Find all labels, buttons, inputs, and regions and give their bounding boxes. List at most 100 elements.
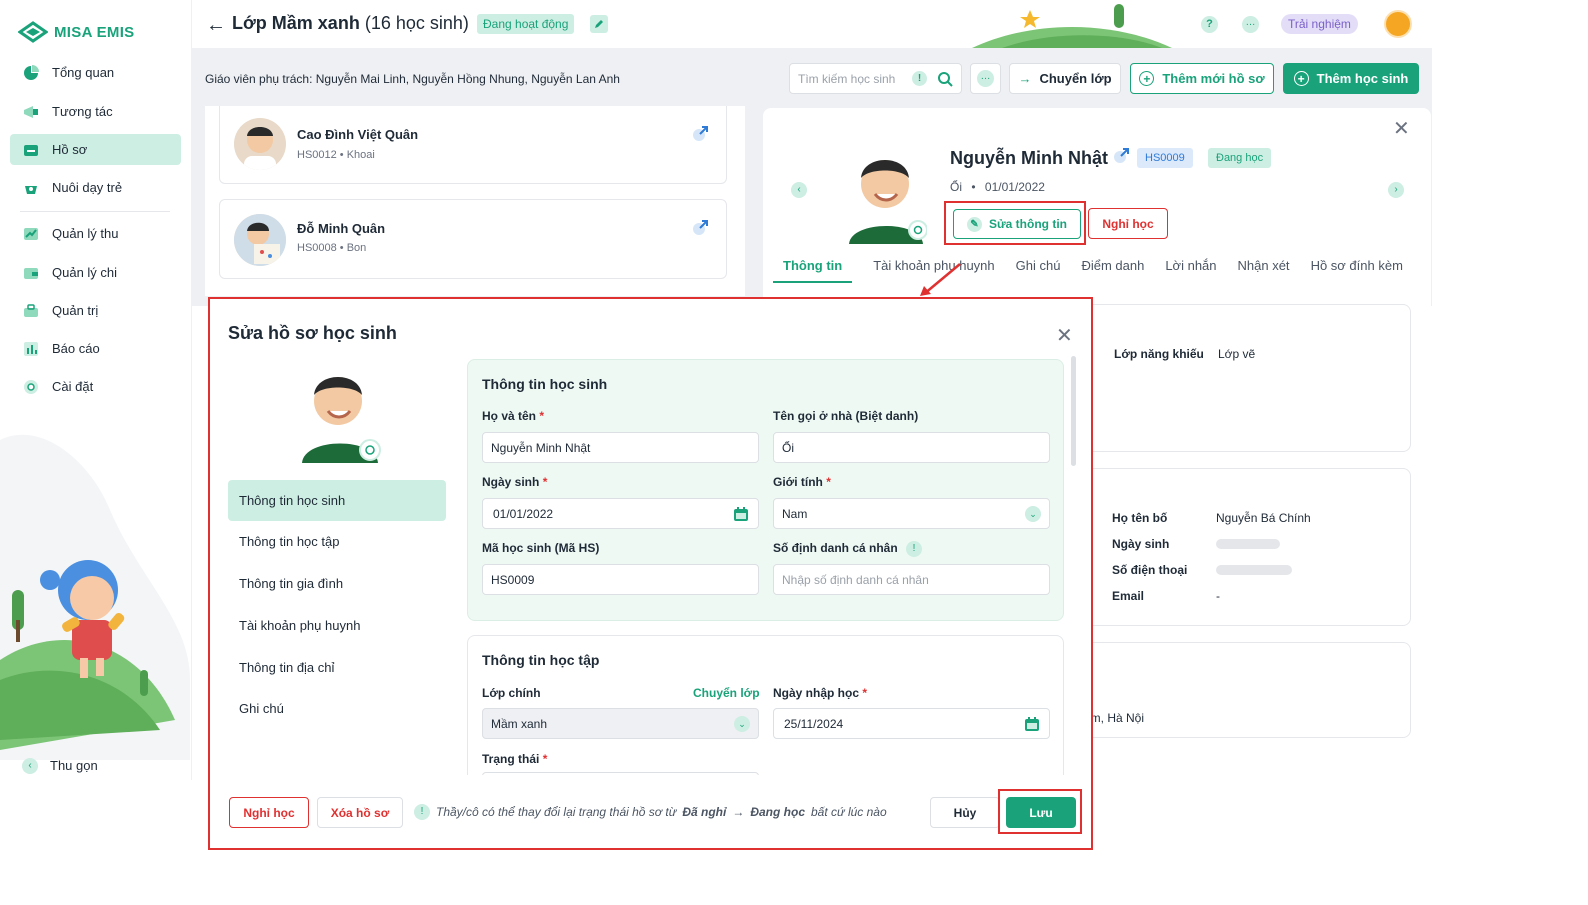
trend-chart-icon	[22, 225, 40, 243]
student-card[interactable]: Cao Đình Việt Quân HS0012 • Khoai	[219, 106, 727, 184]
student-code-input[interactable]: HS0009	[482, 564, 759, 595]
dob-label: Ngày sinh *	[482, 475, 548, 489]
detail-tabs: Thông tin Tài khoản phụ huynh Ghi chú Đi…	[773, 258, 1403, 283]
student-search-input[interactable]: Tìm kiếm học sinh !	[789, 63, 962, 94]
open-link-icon[interactable]	[1113, 146, 1131, 164]
brand-logo[interactable]: MISA EMIS	[18, 20, 134, 44]
modal-menu-notes[interactable]: Ghi chú	[228, 688, 446, 729]
student-photo	[849, 160, 927, 244]
student-avatar	[234, 214, 286, 266]
open-link-icon[interactable]	[692, 218, 710, 236]
modal-scrollbar[interactable]	[1071, 356, 1076, 466]
edit-class-button[interactable]	[590, 15, 608, 33]
sidebar-item-settings[interactable]: Cài đặt	[10, 371, 181, 402]
modal-menu-student-info[interactable]: Thông tin học sinh	[228, 480, 446, 521]
student-avatar	[234, 118, 286, 170]
info-icon[interactable]: !	[912, 71, 927, 86]
sidebar-item-label: Tổng quan	[52, 65, 115, 80]
tab-comments[interactable]: Nhận xét	[1238, 258, 1290, 283]
student-card[interactable]: Đỗ Minh Quân HS0008 • Bon	[219, 199, 727, 279]
sidebar-item-label: Nuôi dạy trẻ	[52, 180, 123, 195]
chevron-left-icon: ‹	[22, 757, 38, 774]
father-dob-key: Ngày sinh	[1112, 537, 1170, 551]
enroll-date-value: 25/11/2024	[784, 717, 844, 731]
section-title: Thông tin học tập	[482, 652, 600, 668]
tab-messages[interactable]: Lời nhắn	[1165, 258, 1216, 283]
sidebar-item-label: Hồ sơ	[52, 142, 88, 157]
dob-input[interactable]: 01/01/2022	[482, 498, 759, 529]
sidebar-item-report[interactable]: Báo cáo	[10, 333, 181, 364]
sidebar-item-label: Báo cáo	[52, 341, 100, 356]
user-avatar[interactable]	[1384, 10, 1412, 38]
sidebar-divider	[20, 211, 170, 212]
trial-badge[interactable]: Trải nghiệm	[1281, 14, 1358, 34]
fullname-input[interactable]: Nguyễn Minh Nhật	[482, 432, 759, 463]
sidebar-collapse[interactable]: ‹ Thu gọn	[10, 750, 130, 780]
modal-menu-study-info[interactable]: Thông tin học tập	[228, 521, 446, 562]
sidebar-item-expense[interactable]: Quản lý chi	[10, 257, 181, 288]
nickname-label: Tên gọi ở nhà (Biệt danh)	[773, 409, 919, 423]
main-class-value: Mầm xanh	[491, 717, 548, 731]
enroll-date-input[interactable]: 25/11/2024	[773, 708, 1050, 739]
calendar-icon[interactable]	[733, 506, 749, 522]
nickname-input[interactable]: Ổi	[773, 432, 1050, 463]
pencil-icon	[595, 20, 603, 28]
close-icon[interactable]: ✕	[1056, 323, 1073, 348]
sidebar-item-label: Quản lý chi	[52, 265, 118, 280]
status-select[interactable]	[482, 772, 759, 775]
brand-name: MISA EMIS	[54, 23, 135, 41]
sidebar-item-interaction[interactable]: Tương tác	[10, 96, 181, 127]
gender-select[interactable]: Nam ⌄	[773, 498, 1050, 529]
student-meta: HS0008 • Bon	[297, 242, 367, 254]
help-button[interactable]: ?	[1201, 16, 1218, 33]
transfer-class-button[interactable]: → Chuyển lớp	[1009, 63, 1121, 94]
next-student-button[interactable]: ›	[1388, 182, 1404, 198]
redacted-value	[1216, 539, 1280, 549]
teachers-in-charge: Giáo viên phụ trách: Nguyễn Mai Linh, Ng…	[205, 72, 620, 86]
delete-profile-button[interactable]: Xóa hồ sơ	[317, 797, 403, 828]
father-phone-key: Số điện thoại	[1112, 563, 1188, 577]
info-icon[interactable]: !	[906, 541, 922, 557]
tab-attendance[interactable]: Điểm danh	[1081, 258, 1144, 283]
tab-attachments[interactable]: Hồ sơ đính kèm	[1311, 258, 1403, 283]
tab-info[interactable]: Thông tin	[773, 258, 853, 283]
close-icon[interactable]: ✕	[1393, 116, 1410, 141]
folder-icon	[22, 141, 40, 159]
more-apps-button[interactable]: …	[1242, 16, 1259, 33]
leave-school-button[interactable]: Nghỉ học	[229, 797, 309, 828]
sidebar-item-revenue[interactable]: Quản lý thu	[10, 218, 181, 249]
student-status-badge: Đang học	[1208, 148, 1272, 168]
main-class-select[interactable]: Mầm xanh ⌄	[482, 708, 759, 739]
sidebar-item-nurture[interactable]: Nuôi dạy trẻ	[10, 172, 181, 203]
open-link-icon[interactable]	[692, 124, 710, 142]
misa-logo-icon	[18, 21, 48, 43]
cancel-button[interactable]: Hủy	[930, 797, 1000, 828]
chevron-down-icon: ⌄	[1025, 506, 1041, 522]
redacted-value	[1216, 565, 1292, 575]
sidebar-item-admin[interactable]: Quản trị	[10, 295, 181, 326]
add-profile-button[interactable]: + Thêm mới hồ sơ	[1130, 63, 1274, 94]
leave-school-button[interactable]: Nghỉ học	[1088, 208, 1168, 239]
modal-menu-family-info[interactable]: Thông tin gia đình	[228, 563, 446, 604]
sidebar-item-profile[interactable]: Hồ sơ	[10, 134, 181, 165]
add-student-button[interactable]: + Thêm học sinh	[1283, 63, 1419, 94]
search-icon[interactable]	[937, 71, 953, 87]
modal-menu-parent-account[interactable]: Tài khoản phụ huynh	[228, 605, 446, 646]
student-nickname: Ổi	[950, 180, 962, 194]
gender-value: Nam	[782, 507, 808, 521]
prev-student-button[interactable]: ‹	[791, 182, 807, 198]
sidebar-item-label: Cài đặt	[52, 379, 94, 394]
student-name: Đỗ Minh Quân	[297, 221, 386, 236]
student-meta: Ổi • 01/01/2022	[950, 180, 1045, 194]
student-info-section: Thông tin học sinh Họ và tên * Nguyễn Mi…	[467, 359, 1064, 621]
sidebar-item-overview[interactable]: Tổng quan	[10, 57, 181, 88]
class-name: Lớp Mầm xanh	[232, 13, 360, 33]
calendar-icon[interactable]	[1024, 716, 1040, 732]
more-actions-button[interactable]: …	[970, 63, 1001, 94]
back-arrow-icon[interactable]: ←	[206, 14, 226, 37]
id-number-input[interactable]: Nhập số định danh cá nhân	[773, 564, 1050, 595]
gear-icon	[22, 378, 40, 396]
modal-menu-address[interactable]: Thông tin địa chỉ	[228, 647, 446, 688]
tab-notes[interactable]: Ghi chú	[1016, 258, 1061, 283]
transfer-class-link[interactable]: Chuyển lớp	[693, 686, 760, 700]
